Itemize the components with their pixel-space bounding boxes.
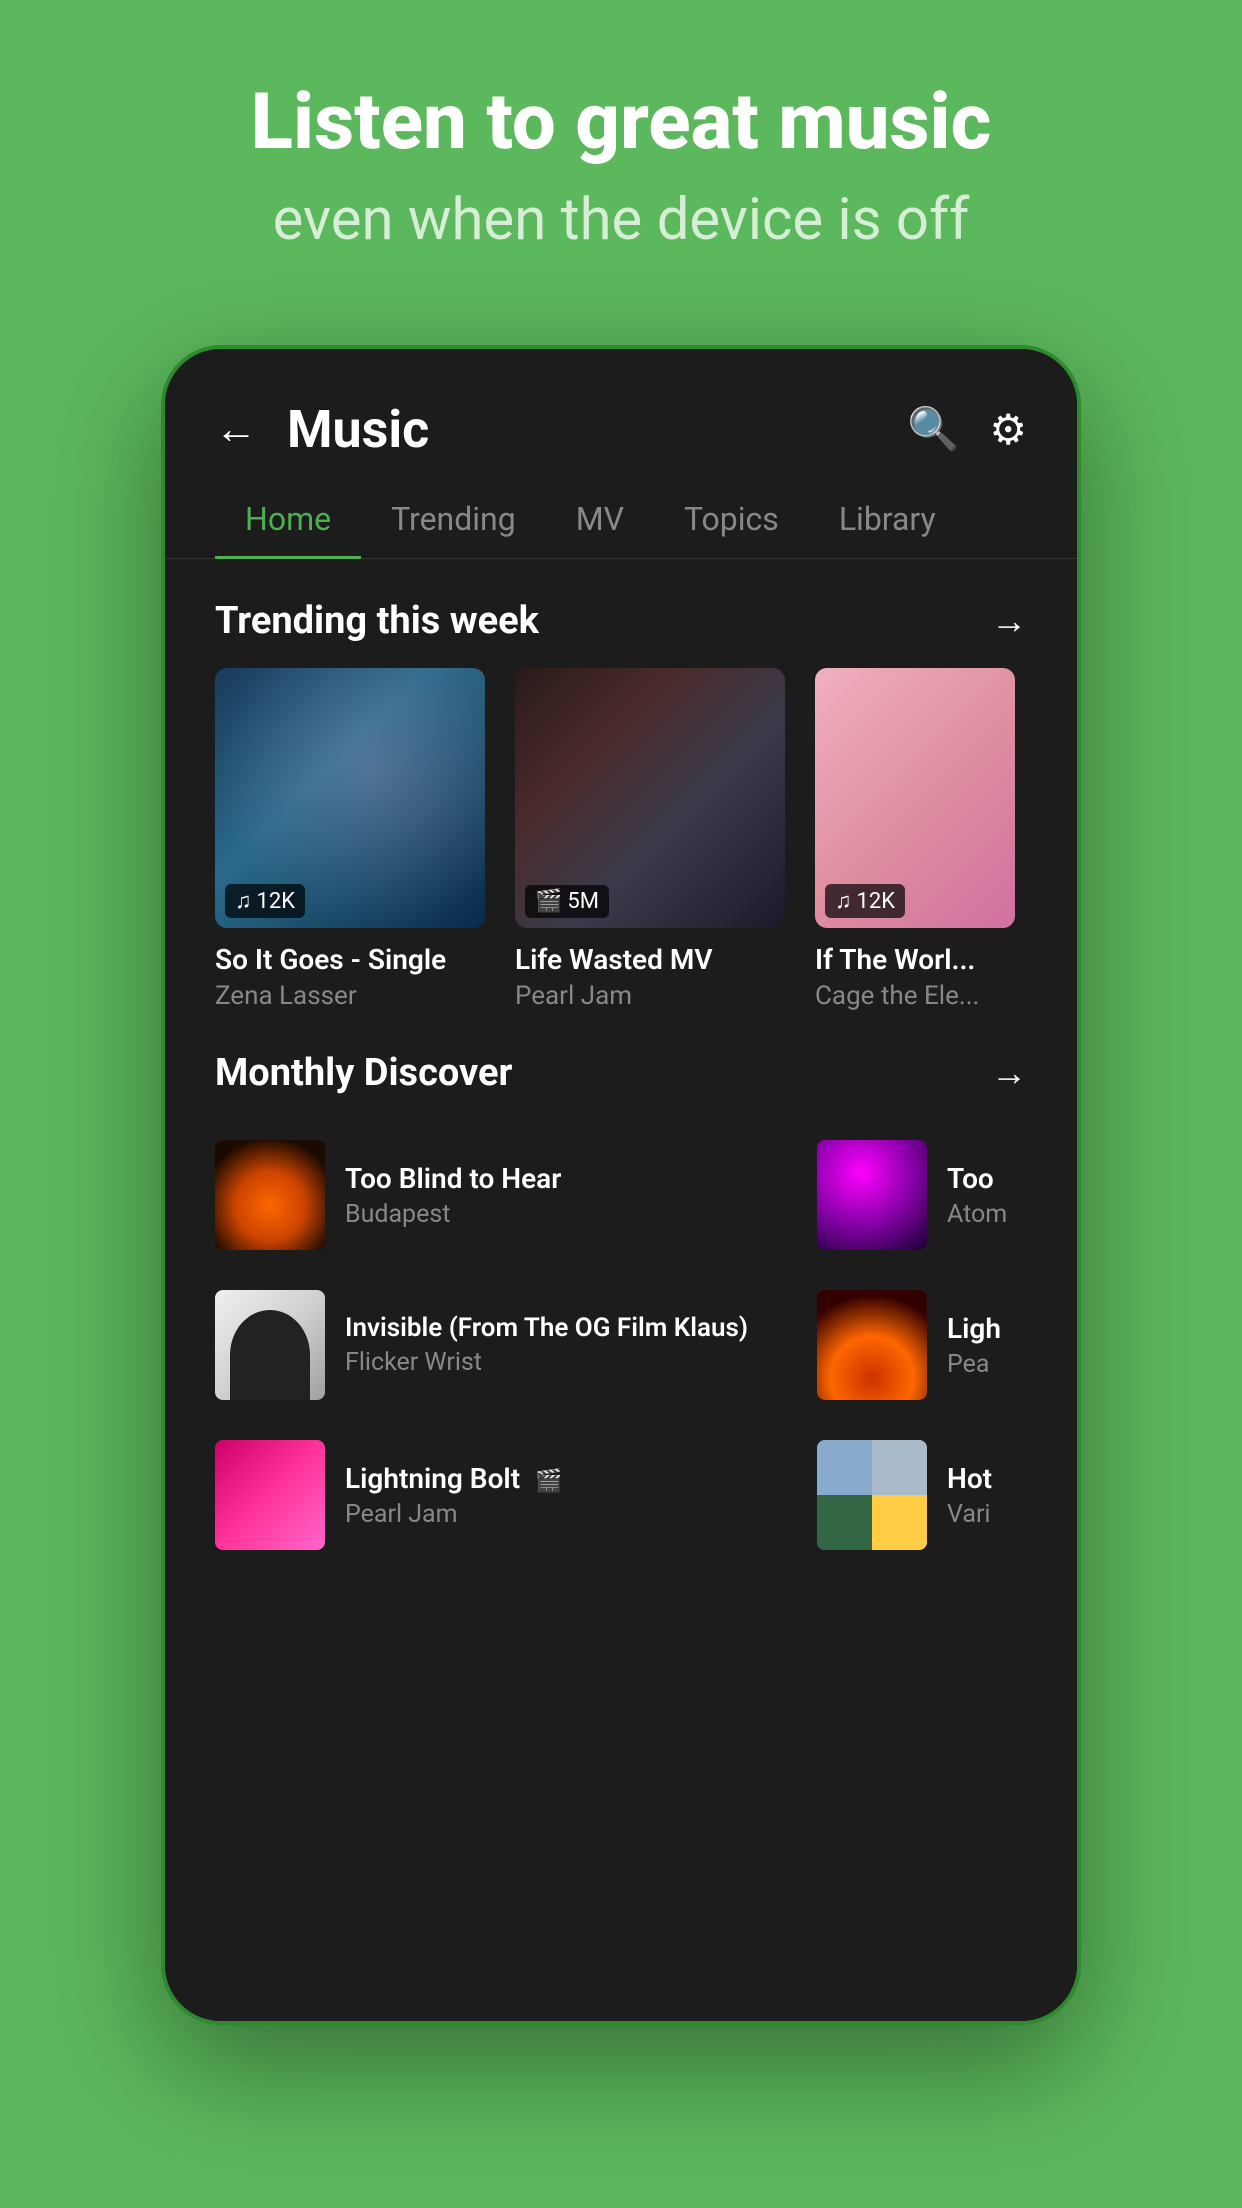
card-artist-3: Cage the Ele...	[815, 981, 1015, 1011]
monthly-title-2: Invisible (From The OG Film Klaus)	[345, 1313, 802, 1343]
monthly-title: Monthly Discover	[215, 1051, 512, 1095]
monthly-artist-1: Budapest	[345, 1200, 802, 1229]
card-image-3: ♫ 12K	[815, 668, 1015, 928]
card-image-1: ♫ 12K	[215, 668, 485, 928]
trending-card-3[interactable]: ♫ 12K If The Worl... Cage the Ele...	[815, 668, 1015, 1011]
monthly-right-info-2: Ligh Pea	[947, 1312, 1027, 1379]
monthly-info-3: Lightning Bolt 🎬 Pearl Jam	[345, 1462, 802, 1529]
search-icon[interactable]: 🔍	[907, 405, 959, 455]
monthly-thumb-1	[215, 1140, 325, 1250]
monthly-thumb-3	[215, 1440, 325, 1550]
card-badge-3: ♫ 12K	[825, 884, 905, 918]
tab-topics[interactable]: Topics	[654, 480, 809, 558]
monthly-artist-3: Pearl Jam	[345, 1500, 802, 1529]
card-image-2: 🎬 5M	[515, 668, 785, 928]
tabs-bar: Home Trending MV Topics Library	[165, 480, 1077, 559]
monthly-info-2: Invisible (From The OG Film Klaus) Flick…	[345, 1313, 802, 1377]
trending-arrow[interactable]: →	[991, 600, 1027, 642]
trending-section-header: Trending this week →	[165, 559, 1077, 668]
trending-card-1[interactable]: ♫ 12K So It Goes - Single Zena Lasser	[215, 668, 485, 1011]
trending-title: Trending this week	[215, 599, 539, 643]
trending-cards: ♫ 12K So It Goes - Single Zena Lasser 🎬 …	[165, 668, 1077, 1011]
monthly-item-3[interactable]: Lightning Bolt 🎬 Pearl Jam	[215, 1420, 802, 1570]
app-title: Music	[287, 399, 907, 460]
monthly-item-1[interactable]: Too Blind to Hear Budapest	[215, 1120, 802, 1270]
tab-home[interactable]: Home	[215, 480, 361, 558]
monthly-right-item-2[interactable]: Ligh Pea	[817, 1270, 1027, 1420]
card-badge-1: ♫ 12K	[225, 884, 305, 918]
monthly-right-thumb-1	[817, 1140, 927, 1250]
back-button[interactable]: ←	[215, 405, 257, 454]
app-header: ← Music 🔍 ⚙	[165, 349, 1077, 480]
monthly-arrow[interactable]: →	[991, 1052, 1027, 1094]
tab-mv[interactable]: MV	[546, 480, 654, 558]
subheadline: even when the device is off	[251, 186, 991, 256]
monthly-info-1: Too Blind to Hear Budapest	[345, 1162, 802, 1229]
gear-icon[interactable]: ⚙	[989, 405, 1027, 455]
top-text-section: Listen to great music even when the devi…	[191, 80, 1051, 255]
tab-library[interactable]: Library	[809, 480, 966, 558]
card-title-3: If The Worl...	[815, 943, 1015, 976]
monthly-right-column: Too Atom Ligh Pea	[817, 1120, 1027, 1570]
card-artist-2: Pearl Jam	[515, 981, 785, 1011]
mv-icon: 🎬	[535, 1469, 562, 1494]
monthly-right-artist-2: Pea	[947, 1350, 1027, 1379]
phone-content: ← Music 🔍 ⚙ Home Trending MV Topics Libr…	[165, 349, 1077, 2021]
monthly-right-artist-3: Vari	[947, 1500, 1027, 1529]
card-title-1: So It Goes - Single	[215, 943, 485, 976]
monthly-right-thumb-2	[817, 1290, 927, 1400]
scroll-content[interactable]: Trending this week → ♫ 12K So It Goes - …	[165, 559, 1077, 2021]
monthly-list: Too Blind to Hear Budapest Invisible (Fr…	[165, 1120, 1077, 1570]
monthly-right-item-3[interactable]: Hot Vari	[817, 1420, 1027, 1570]
trending-card-2[interactable]: 🎬 5M Life Wasted MV Pearl Jam	[515, 668, 785, 1011]
monthly-right-thumb-3	[817, 1440, 927, 1550]
monthly-right-title-2: Ligh	[947, 1312, 1027, 1345]
monthly-right-title-1: Too	[947, 1162, 1027, 1195]
monthly-left-column: Too Blind to Hear Budapest Invisible (Fr…	[215, 1120, 802, 1570]
monthly-artist-2: Flicker Wrist	[345, 1348, 802, 1377]
monthly-thumb-2	[215, 1290, 325, 1400]
monthly-right-info-3: Hot Vari	[947, 1462, 1027, 1529]
card-title-2: Life Wasted MV	[515, 943, 785, 976]
monthly-section-header: Monthly Discover →	[165, 1011, 1077, 1120]
monthly-right-info-1: Too Atom	[947, 1162, 1027, 1229]
monthly-title-3: Lightning Bolt 🎬	[345, 1462, 802, 1495]
header-icons: 🔍 ⚙	[907, 405, 1027, 455]
monthly-right-title-3: Hot	[947, 1462, 1027, 1495]
card-artist-1: Zena Lasser	[215, 981, 485, 1011]
monthly-title-1: Too Blind to Hear	[345, 1162, 802, 1195]
tab-trending[interactable]: Trending	[361, 480, 546, 558]
monthly-right-item-1[interactable]: Too Atom	[817, 1120, 1027, 1270]
phone-wrapper: ← Music 🔍 ⚙ Home Trending MV Topics Libr…	[161, 345, 1081, 2025]
monthly-item-2[interactable]: Invisible (From The OG Film Klaus) Flick…	[215, 1270, 802, 1420]
headline: Listen to great music	[251, 80, 991, 166]
monthly-right-artist-1: Atom	[947, 1200, 1027, 1229]
card-badge-2: 🎬 5M	[525, 885, 609, 918]
